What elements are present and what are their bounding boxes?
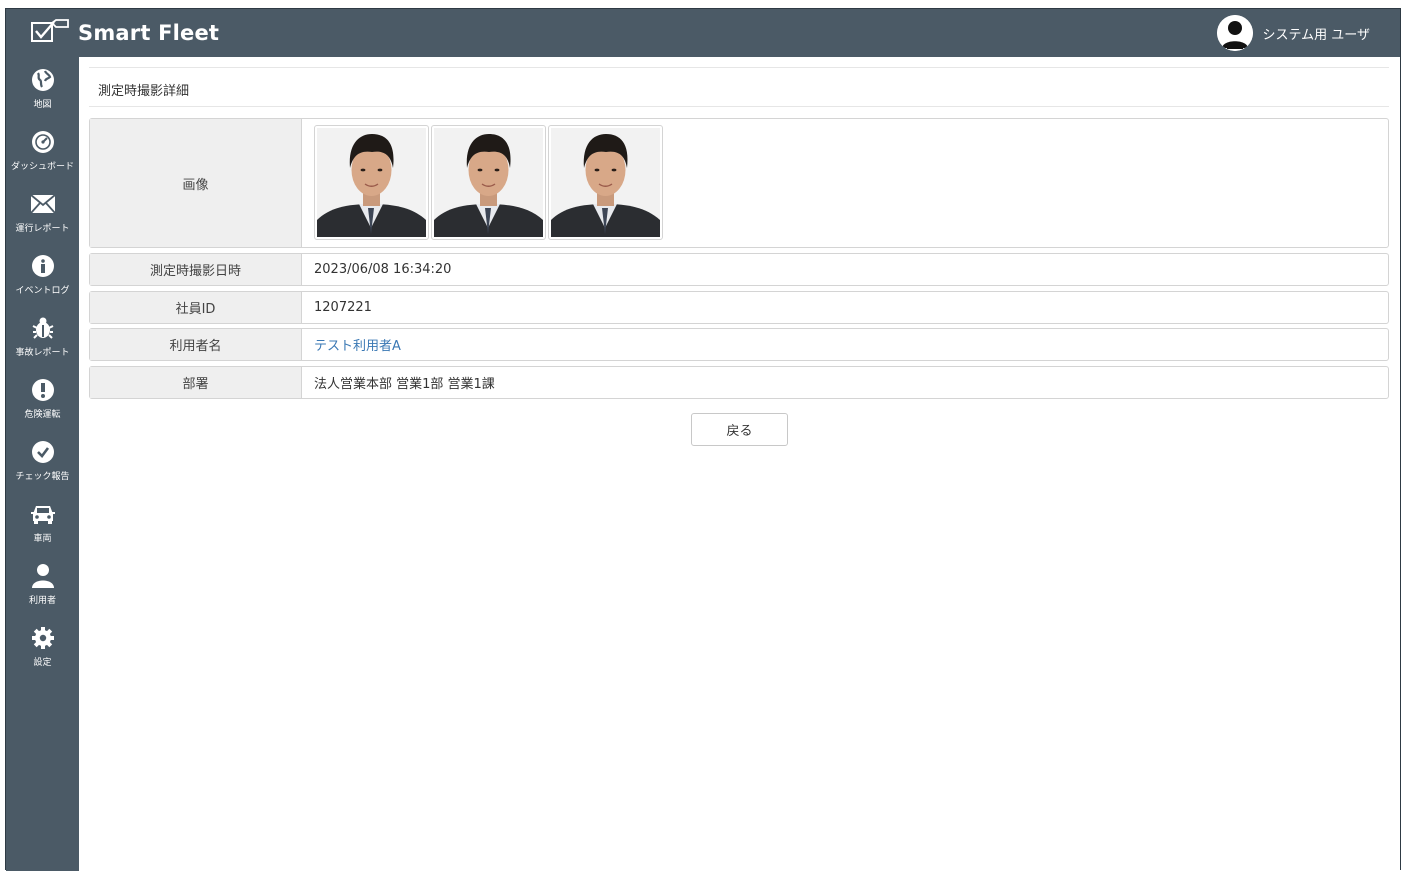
sidebar-item-label: 設定 (33, 658, 52, 668)
user-name-row: 利用者名 テスト利用者A (89, 328, 1389, 361)
sidebar-item-label: ダッシュボード (10, 162, 74, 172)
sidebar-item-label: 運行レポート (15, 224, 70, 234)
photo-thumbnail[interactable] (314, 125, 429, 240)
main-content: 測定時撮影詳細 画像 測定時撮影日時 2023/06/08 16:34:20 社… (79, 57, 1400, 871)
sidebar-item-check-report[interactable]: チェック報告 (6, 439, 79, 495)
page-title: 測定時撮影詳細 (98, 84, 190, 99)
employee-id-value: 1207221 (314, 300, 372, 315)
brand[interactable]: Smart Fleet (30, 17, 219, 49)
sidebar: 地図 ダッシュボード 運行レポート イベントログ 事故レポート 危険運転 チェッ… (6, 57, 79, 871)
datetime-value: 2023/06/08 16:34:20 (314, 262, 452, 277)
employee-id-label: 社員ID (90, 292, 302, 323)
employee-id-row: 社員ID 1207221 (89, 291, 1389, 324)
top-bar: Smart Fleet システム用 ユーザ (6, 9, 1400, 57)
sidebar-item-label: 車両 (33, 534, 52, 544)
photo-thumbnail[interactable] (548, 125, 663, 240)
exclamation-icon (30, 377, 56, 403)
department-label: 部署 (90, 367, 302, 398)
photo-thumbnails (314, 125, 663, 240)
user-name-label: 利用者名 (90, 329, 302, 360)
sidebar-item-label: 危険運転 (24, 410, 61, 420)
smart-fleet-logo-icon (30, 18, 70, 48)
user-name-value-cell: テスト利用者A (314, 329, 401, 360)
brand-name: Smart Fleet (78, 21, 220, 45)
image-row: 画像 (89, 118, 1389, 248)
check-circle-icon (30, 439, 56, 465)
user-icon (30, 563, 56, 589)
sidebar-item-dashboard[interactable]: ダッシュボード (6, 129, 79, 185)
datetime-label: 測定時撮影日時 (90, 254, 302, 285)
department-row: 部署 法人営業本部 営業1部 営業1課 (89, 366, 1389, 399)
image-label: 画像 (90, 119, 302, 247)
envelope-icon (29, 191, 56, 217)
photo-thumbnail[interactable] (431, 125, 546, 240)
user-menu[interactable]: システム用 ユーザ (1216, 15, 1370, 51)
sidebar-item-event-log[interactable]: イベントログ (6, 253, 79, 309)
back-button[interactable]: 戻る (691, 413, 788, 446)
sidebar-item-accident-report[interactable]: 事故レポート (6, 315, 79, 371)
sidebar-item-dangerous-driving[interactable]: 危険運転 (6, 377, 79, 433)
sidebar-item-users[interactable]: 利用者 (6, 563, 79, 619)
globe-icon (30, 67, 56, 93)
avatar (1216, 15, 1253, 51)
sidebar-item-label: 利用者 (28, 596, 56, 606)
info-icon (30, 253, 56, 279)
sidebar-item-vehicles[interactable]: 車両 (6, 501, 79, 557)
sidebar-item-label: チェック報告 (15, 472, 70, 482)
app-window: Smart Fleet システム用 ユーザ 地図 ダッシュボード 運行レポート … (5, 8, 1401, 871)
user-name-link[interactable]: テスト利用者A (314, 335, 401, 354)
user-name: システム用 ユーザ (1262, 27, 1370, 43)
department-value: 法人営業本部 営業1部 営業1課 (314, 377, 495, 392)
car-icon (30, 501, 56, 527)
bug-icon (30, 315, 56, 341)
sidebar-item-label: 事故レポート (15, 348, 70, 358)
sidebar-item-label: イベントログ (15, 286, 70, 296)
sidebar-item-trip-report[interactable]: 運行レポート (6, 191, 79, 247)
page-header: 測定時撮影詳細 (89, 67, 1389, 107)
gauge-icon (30, 129, 56, 155)
sidebar-item-label: 地図 (33, 100, 52, 110)
sidebar-item-settings[interactable]: 設定 (6, 625, 79, 681)
datetime-row: 測定時撮影日時 2023/06/08 16:34:20 (89, 253, 1389, 286)
sidebar-item-map[interactable]: 地図 (6, 67, 79, 123)
gear-icon (30, 625, 56, 651)
